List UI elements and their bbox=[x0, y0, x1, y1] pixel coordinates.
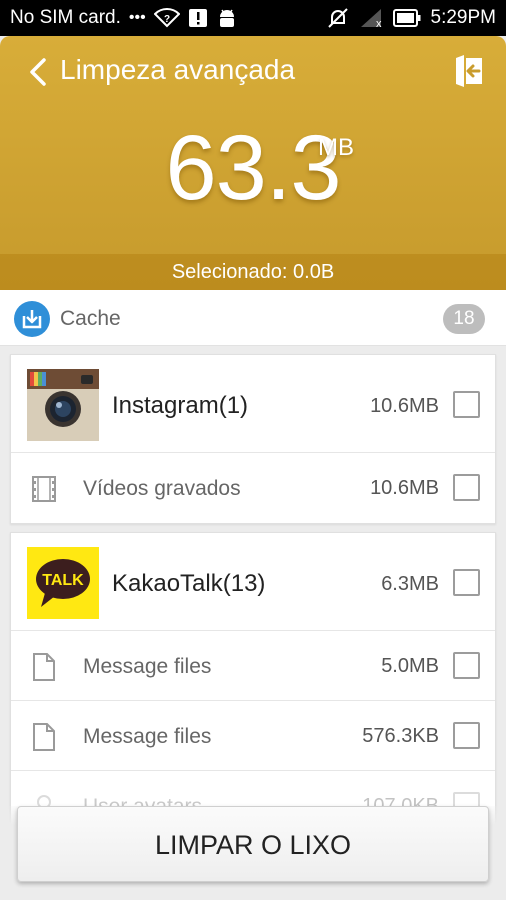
file-icon bbox=[33, 653, 55, 681]
item-name: Vídeos gravados bbox=[83, 477, 241, 500]
item-name: Message files bbox=[83, 655, 212, 678]
item-size: 5.0MB bbox=[381, 655, 439, 677]
app-name: Instagram(1) bbox=[112, 392, 249, 419]
select-checkbox[interactable] bbox=[453, 722, 480, 749]
status-bar: No SIM card. ••• ? x 5:29PM bbox=[0, 0, 506, 36]
muted-bell-icon bbox=[327, 7, 349, 29]
exit-icon[interactable] bbox=[454, 54, 484, 88]
notification-dots: ••• bbox=[128, 9, 146, 26]
carrier-text: No SIM card. bbox=[10, 7, 121, 28]
wifi-question-icon: ? bbox=[153, 8, 180, 28]
app-size: 6.3MB bbox=[381, 573, 439, 595]
app-row-kakaotalk[interactable]: TALK KakaoTalk(13) 6.3MB bbox=[11, 533, 495, 631]
cache-download-icon bbox=[14, 301, 50, 337]
clean-junk-button[interactable]: LIMPAR O LIXO bbox=[17, 806, 489, 882]
page-title: Limpeza avançada bbox=[60, 54, 296, 85]
cache-label: Cache bbox=[60, 307, 121, 330]
svg-text:TALK: TALK bbox=[42, 572, 84, 589]
android-icon bbox=[216, 7, 238, 29]
selected-size-text: Selecionado: 0.0B bbox=[0, 254, 506, 290]
total-size: 63.3 MB bbox=[0, 116, 506, 221]
select-checkbox[interactable] bbox=[453, 474, 480, 501]
select-checkbox[interactable] bbox=[453, 569, 480, 596]
film-icon bbox=[32, 476, 56, 502]
svg-text:?: ? bbox=[164, 14, 170, 25]
cache-section-header[interactable]: Cache 18 bbox=[0, 290, 506, 346]
item-size: 576.3KB bbox=[362, 725, 439, 747]
list-item[interactable]: Message files 576.3KB bbox=[11, 701, 495, 771]
app-size: 10.6MB bbox=[370, 395, 439, 417]
total-size-value: 63.3 bbox=[165, 117, 341, 219]
back-arrow-icon[interactable] bbox=[26, 56, 50, 88]
cache-count-badge: 18 bbox=[443, 304, 485, 334]
header: Limpeza avançada 63.3 MB Selecionado: 0.… bbox=[0, 36, 506, 290]
instagram-icon bbox=[27, 369, 99, 441]
app-card-instagram: Instagram(1) 10.6MB Vídeos gravados 10.6… bbox=[10, 354, 496, 524]
kakaotalk-icon: TALK bbox=[27, 547, 99, 619]
total-size-unit: MB bbox=[318, 134, 354, 161]
list-item[interactable]: Message files 5.0MB bbox=[11, 631, 495, 701]
item-name: Message files bbox=[83, 725, 212, 748]
alert-icon bbox=[188, 8, 208, 28]
bottom-action-area: LIMPAR O LIXO bbox=[0, 806, 506, 900]
app-card-kakaotalk: TALK KakaoTalk(13) 6.3MB Message files 5… bbox=[10, 532, 496, 842]
clock-time: 5:29PM bbox=[430, 7, 496, 28]
app-name: KakaoTalk(13) bbox=[112, 570, 266, 597]
list-item[interactable]: Vídeos gravados 10.6MB bbox=[11, 453, 495, 523]
svg-text:x: x bbox=[376, 18, 382, 29]
signal-icon: x bbox=[359, 7, 383, 29]
select-checkbox[interactable] bbox=[453, 652, 480, 679]
app-row-instagram[interactable]: Instagram(1) 10.6MB bbox=[11, 355, 495, 453]
battery-icon bbox=[392, 9, 421, 27]
file-icon bbox=[33, 723, 55, 751]
item-size: 10.6MB bbox=[370, 477, 439, 499]
select-checkbox[interactable] bbox=[453, 391, 480, 418]
